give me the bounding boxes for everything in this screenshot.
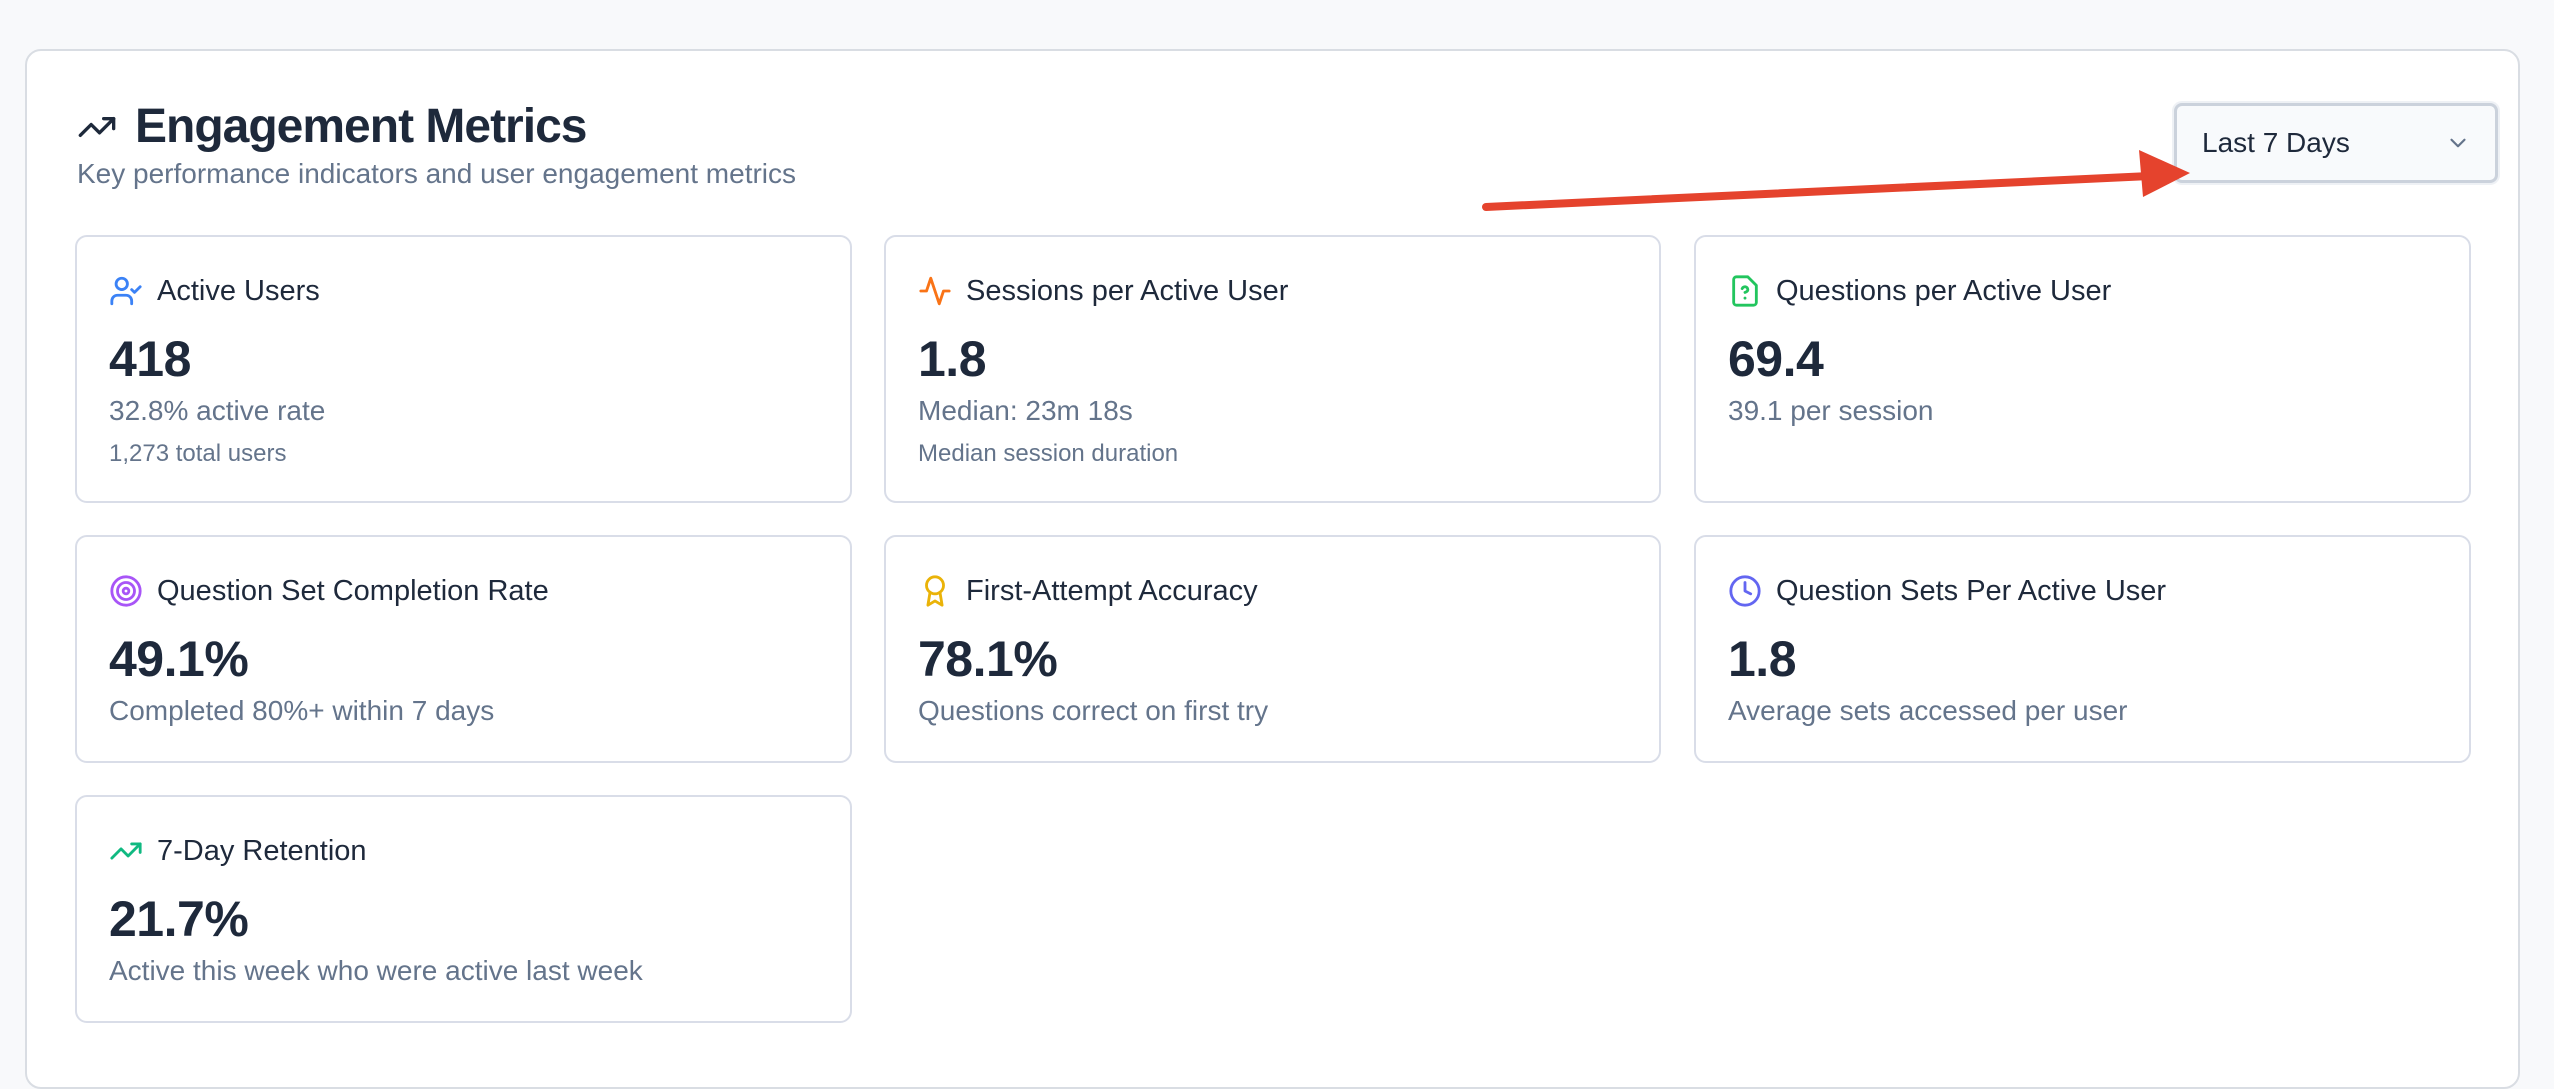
metric-subtext: Active this week who were active last we… (109, 955, 643, 986)
metric-value: 1.8 (1728, 631, 1797, 687)
metric-subtext: Median: 23m 18s (918, 395, 1133, 426)
award-icon (918, 574, 952, 608)
metric-subtext: Average sets accessed per user (1728, 695, 2128, 726)
metric-card-sets-per-user: Question Sets Per Active User 1.8 Averag… (1694, 535, 2471, 763)
metric-label: Active Users (157, 274, 320, 307)
metric-card-questions-per-user: Questions per Active User 69.4 39.1 per … (1694, 235, 2471, 503)
file-question-icon (1728, 274, 1762, 308)
date-range-select[interactable]: Last 7 Days (2174, 103, 2498, 183)
metric-value: 1.8 (918, 331, 987, 387)
engagement-metrics-panel: Engagement Metrics Key performance indic… (25, 49, 2520, 1089)
metric-label: First-Attempt Accuracy (966, 574, 1258, 607)
metric-card-first-attempt-accuracy: First-Attempt Accuracy 78.1% Questions c… (884, 535, 1661, 763)
target-icon (109, 574, 143, 608)
metric-value: 69.4 (1728, 331, 1824, 387)
date-range-value: Last 7 Days (2202, 127, 2350, 158)
metric-card-completion-rate: Question Set Completion Rate 49.1% Compl… (75, 535, 852, 763)
metric-subtext: 32.8% active rate (109, 395, 326, 426)
activity-icon (918, 274, 952, 308)
metric-note: 1,273 total users (109, 440, 287, 467)
metric-card-active-users: Active Users 418 32.8% active rate 1,273… (75, 235, 852, 503)
metric-value: 21.7% (109, 891, 249, 947)
trending-up-icon (77, 107, 117, 147)
metric-card-7-day-retention: 7-Day Retention 21.7% Active this week w… (75, 795, 852, 1023)
page-subtitle: Key performance indicators and user enga… (77, 158, 797, 189)
metric-label: Question Set Completion Rate (157, 574, 549, 607)
metric-note: Median session duration (918, 440, 1179, 467)
metric-card-sessions-per-user: Sessions per Active User 1.8 Median: 23m… (884, 235, 1661, 503)
clock-icon (1728, 574, 1762, 608)
metric-value: 418 (109, 331, 191, 387)
metric-label: Questions per Active User (1776, 274, 2112, 307)
metric-label: Question Sets Per Active User (1776, 574, 2167, 607)
trending-up-icon (109, 834, 143, 868)
metric-label: Sessions per Active User (966, 274, 1289, 307)
page-title: Engagement Metrics (135, 100, 587, 153)
metric-label: 7-Day Retention (157, 834, 367, 867)
metric-subtext: 39.1 per session (1728, 395, 1934, 426)
metric-subtext: Questions correct on first try (918, 695, 1269, 726)
metric-value: 78.1% (918, 631, 1058, 687)
user-check-icon (109, 274, 143, 308)
metric-value: 49.1% (109, 631, 249, 687)
chevron-down-icon (2445, 130, 2471, 156)
panel-header: Engagement Metrics Key performance indic… (77, 99, 796, 190)
metric-subtext: Completed 80%+ within 7 days (109, 695, 495, 726)
